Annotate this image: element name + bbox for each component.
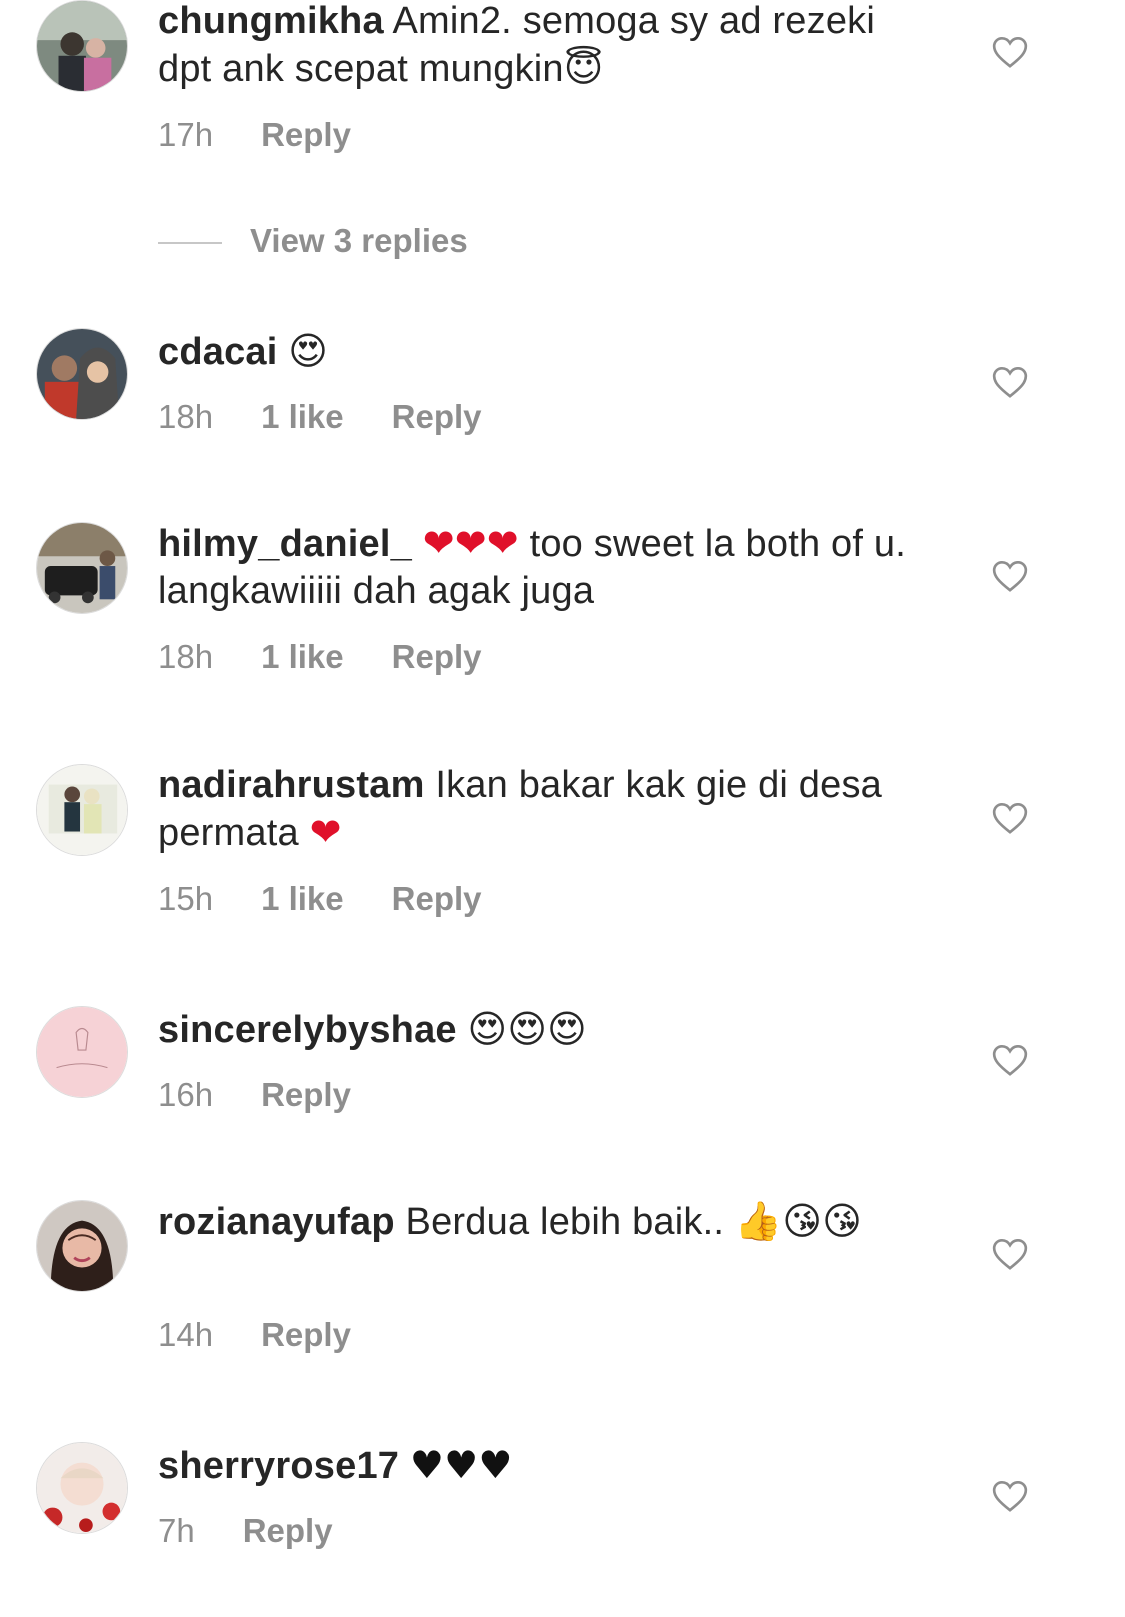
comment-meta: 18h 1 like Reply (158, 398, 482, 436)
comment-body (457, 1009, 468, 1051)
avatar[interactable] (36, 1006, 128, 1098)
heart-icon[interactable] (990, 556, 1030, 596)
comment-username[interactable]: nadirahrustam (158, 764, 425, 806)
comment-meta: 17h Reply (158, 116, 351, 154)
avatar[interactable] (36, 1200, 128, 1292)
heart-icon[interactable] (990, 362, 1030, 402)
heart-icon[interactable] (990, 1234, 1030, 1274)
heart-eyes-emoji: 😍😍😍 (467, 1007, 587, 1051)
reply-button[interactable]: Reply (392, 398, 482, 436)
comment-meta: 14h Reply (158, 1316, 351, 1354)
avatar[interactable] (36, 328, 128, 420)
reply-button[interactable]: Reply (392, 880, 482, 918)
black-heart-emoji: ♥♥♥ (409, 1443, 513, 1487)
comment-time: 18h (158, 398, 214, 435)
comment-text: nadirahrustam Ikan bakar kak gie di desa… (158, 762, 918, 857)
avatar[interactable] (36, 522, 128, 614)
comment-text: hilmy_daniel_ ❤❤❤ too sweet la both of u… (158, 520, 918, 615)
reply-button[interactable]: Reply (243, 1512, 333, 1550)
comment-text: sherryrose17 ♥♥♥ (158, 1442, 918, 1490)
comment-body (399, 1445, 410, 1487)
view-replies-label: View 3 replies (250, 222, 468, 259)
comment-time: 17h (158, 116, 214, 153)
comment-username[interactable]: chungmikha (158, 0, 384, 42)
comment-time: 7h (158, 1512, 195, 1549)
reply-button[interactable]: Reply (261, 1076, 351, 1114)
replies-divider (158, 242, 222, 244)
like-count[interactable]: 1 like (261, 398, 344, 436)
comment-username[interactable]: cdacai (158, 331, 278, 373)
comment-body-prefix (412, 523, 423, 565)
reply-button[interactable]: Reply (261, 1316, 351, 1354)
thumbs-up-kiss-emoji: 👍😘😘 (734, 1199, 863, 1243)
comment-text: sincerelybyshae 😍😍😍 (158, 1006, 918, 1054)
avatar[interactable] (36, 1442, 128, 1534)
heart-icon[interactable] (990, 1476, 1030, 1516)
comment-time: 18h (158, 638, 214, 675)
comment-body: Berdua lebih baik.. (394, 1201, 735, 1243)
comment-text: rozianayufap Berdua lebih baik.. 👍😘😘 (158, 1198, 918, 1246)
comment-body (278, 331, 289, 373)
avatar[interactable] (36, 764, 128, 856)
comment-time: 15h (158, 880, 214, 917)
comment-text: chungmikha Amin2. semoga sy ad rezeki dp… (158, 0, 918, 93)
red-heart-emoji: ❤❤❤ (422, 521, 519, 565)
heart-icon[interactable] (990, 1040, 1030, 1080)
comment-username[interactable]: sherryrose17 (158, 1445, 399, 1487)
smiling-halo-emoji: 😇 (563, 46, 604, 90)
comment-username[interactable]: rozianayufap (158, 1201, 395, 1243)
comment-time: 16h (158, 1076, 214, 1113)
heart-eyes-emoji: 😍 (288, 329, 329, 373)
comment-meta: 7h Reply (158, 1512, 333, 1550)
comment-meta: 15h 1 like Reply (158, 880, 482, 918)
comment-meta: 16h Reply (158, 1076, 351, 1114)
heart-icon[interactable] (990, 798, 1030, 838)
reply-button[interactable]: Reply (392, 638, 482, 676)
avatar[interactable] (36, 0, 128, 92)
like-count[interactable]: 1 like (261, 880, 344, 918)
comment-username[interactable]: hilmy_daniel_ (158, 523, 412, 565)
reply-button[interactable]: Reply (261, 116, 351, 154)
like-count[interactable]: 1 like (261, 638, 344, 676)
comment-username[interactable]: sincerelybyshae (158, 1009, 457, 1051)
comment-text: cdacai 😍 (158, 328, 918, 376)
red-heart-emoji: ❤ (309, 810, 342, 854)
heart-icon[interactable] (990, 32, 1030, 72)
comment-time: 14h (158, 1316, 214, 1353)
comment-meta: 18h 1 like Reply (158, 638, 482, 676)
